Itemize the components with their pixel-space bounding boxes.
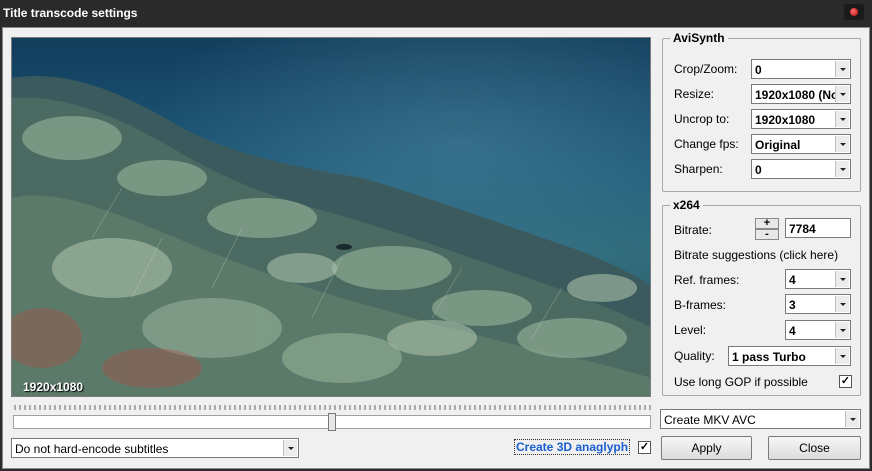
title-bar: Title transcode settings	[0, 0, 872, 27]
level-label: Level:	[674, 323, 707, 337]
crop-zoom-value: 0	[755, 63, 762, 77]
level-value: 4	[789, 324, 796, 338]
crop-zoom-select[interactable]: 0	[751, 59, 851, 79]
apply-button[interactable]: Apply	[661, 436, 752, 460]
ref-frames-select[interactable]: 4	[785, 269, 851, 289]
video-preview: 1920x1080	[11, 37, 651, 397]
chevron-down-icon	[283, 440, 297, 456]
chevron-down-icon	[845, 411, 859, 427]
crop-zoom-label: Crop/Zoom:	[674, 62, 738, 76]
subtitles-select[interactable]: Do not hard-encode subtitles	[11, 438, 299, 458]
ref-frames-label: Ref. frames:	[674, 273, 740, 287]
level-select[interactable]: 4	[785, 320, 851, 340]
bitrate-suggestions-link[interactable]: Bitrate suggestions (click here)	[674, 248, 838, 262]
close-window-button[interactable]	[844, 4, 864, 20]
uncrop-to-label: Uncrop to:	[674, 112, 730, 126]
quality-select[interactable]: 1 pass Turbo	[728, 346, 851, 366]
change-fps-label: Change fps:	[674, 137, 739, 151]
resize-select[interactable]: 1920x1080 (No	[751, 84, 851, 104]
chevron-down-icon	[835, 322, 849, 338]
output-format-select[interactable]: Create MKV AVC	[660, 409, 861, 429]
timeline-ticks	[14, 405, 651, 410]
sharpen-label: Sharpen:	[674, 162, 723, 176]
bitrate-input[interactable]: 7784	[785, 218, 851, 238]
chevron-down-icon	[835, 296, 849, 312]
change-fps-select[interactable]: Original	[751, 134, 851, 154]
resize-value: 1920x1080 (No	[755, 88, 839, 102]
resize-label: Resize:	[674, 87, 715, 101]
bitrate-label: Bitrate:	[674, 223, 713, 237]
chevron-down-icon	[835, 161, 849, 177]
bitrate-value: 7784	[789, 222, 816, 236]
resolution-label: 1920x1080	[23, 380, 84, 394]
close-icon	[850, 8, 858, 16]
bitrate-decrease-button[interactable]: -	[755, 229, 779, 240]
output-format-value: Create MKV AVC	[664, 413, 756, 427]
long-gop-label: Use long GOP if possible	[674, 375, 808, 389]
sharpen-value: 0	[755, 163, 762, 177]
subtitles-value: Do not hard-encode subtitles	[15, 442, 169, 456]
x264-legend: x264	[670, 198, 703, 212]
uncrop-to-select[interactable]: 1920x1080	[751, 109, 851, 129]
uncrop-to-value: 1920x1080	[755, 113, 816, 127]
b-frames-select[interactable]: 3	[785, 294, 851, 314]
timeline-slider-thumb[interactable]	[328, 413, 336, 431]
change-fps-value: Original	[755, 138, 801, 152]
ref-frames-value: 4	[789, 273, 796, 287]
chevron-down-icon	[835, 271, 849, 287]
long-gop-checkbox[interactable]: ✓	[839, 375, 852, 388]
anaglyph-checkbox[interactable]: ✓	[638, 441, 651, 454]
create-3d-anaglyph-link[interactable]: Create 3D anaglyph	[514, 439, 631, 455]
window-title: Title transcode settings	[3, 6, 138, 20]
quality-label: Quality:	[674, 349, 715, 363]
b-frames-label: B-frames:	[674, 298, 727, 312]
chevron-down-icon	[835, 348, 849, 364]
close-button[interactable]: Close	[768, 436, 861, 460]
coral-reef-image	[12, 38, 650, 396]
chevron-down-icon	[835, 86, 849, 102]
chevron-down-icon	[835, 61, 849, 77]
chevron-down-icon	[835, 111, 849, 127]
sharpen-select[interactable]: 0	[751, 159, 851, 179]
chevron-down-icon	[835, 136, 849, 152]
b-frames-value: 3	[789, 298, 796, 312]
avisynth-legend: AviSynth	[670, 31, 728, 45]
quality-value: 1 pass Turbo	[732, 350, 806, 364]
